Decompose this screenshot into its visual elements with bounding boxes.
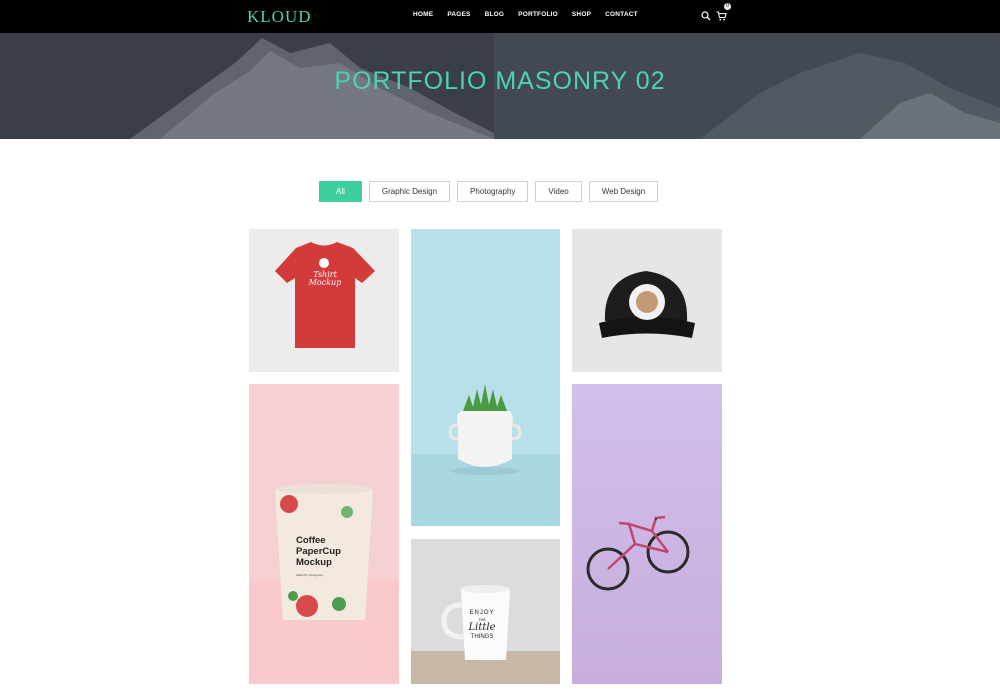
cup-line3: Mockup xyxy=(296,557,332,568)
filter-photography[interactable]: Photography xyxy=(457,181,529,202)
filter-video[interactable]: Video xyxy=(535,181,582,202)
cup-line1: Coffee xyxy=(296,535,326,546)
nav-portfolio[interactable]: PORTFOLIO xyxy=(518,11,558,18)
mug-line4: THINGS xyxy=(470,634,494,640)
cup-credit: Made By Designsary xyxy=(296,573,324,577)
page-title: PORTFOLIO MASONRY 02 xyxy=(334,67,666,95)
cart-count-badge: 0 xyxy=(724,3,731,10)
tshirt-image xyxy=(275,242,375,348)
filter-graphic-design[interactable]: Graphic Design xyxy=(368,181,451,202)
portfolio-item-coffee-cup[interactable]: Coffee PaperCup Mockup Made By Designsar… xyxy=(249,384,399,684)
search-icon[interactable] xyxy=(701,8,711,26)
coffee-cup-image xyxy=(249,484,399,684)
portfolio-item-mug[interactable]: ENJOY THE Little THINGS xyxy=(411,539,560,684)
cart-icon[interactable] xyxy=(716,8,727,26)
cap-image xyxy=(599,271,695,338)
filter-web-design[interactable]: Web Design xyxy=(588,181,659,202)
portfolio-filters: All Graphic Design Photography Video Web… xyxy=(319,181,659,202)
portfolio-item-cap[interactable] xyxy=(572,229,722,372)
nav-pages[interactable]: PAGES xyxy=(447,11,470,18)
filter-all[interactable]: All xyxy=(319,181,362,202)
portfolio-item-bicycle[interactable] xyxy=(572,384,722,684)
top-navbar: KLOUD HOME PAGES BLOG PORTFOLIO SHOP CON… xyxy=(0,0,1000,33)
tshirt-print: Tshirt Mockup xyxy=(305,271,345,287)
plant-pot-image xyxy=(411,384,560,526)
tshirt-line2: Mockup xyxy=(308,278,342,287)
bicycle-image xyxy=(586,515,690,591)
portfolio-item-tshirt[interactable]: Tshirt Mockup xyxy=(249,229,399,372)
nav-contact[interactable]: CONTACT xyxy=(605,11,638,18)
nav-blog[interactable]: BLOG xyxy=(485,11,505,18)
cup-label: Coffee PaperCup Mockup xyxy=(296,535,341,568)
cup-line2: PaperCup xyxy=(296,546,341,557)
portfolio-item-plant[interactable] xyxy=(411,229,560,526)
page-hero-banner: PORTFOLIO MASONRY 02 xyxy=(0,33,1000,139)
mug-line1: ENJOY xyxy=(469,610,495,616)
mug-line3: Little xyxy=(468,622,496,633)
main-nav: HOME PAGES BLOG PORTFOLIO SHOP CONTACT xyxy=(413,11,638,18)
nav-shop[interactable]: SHOP xyxy=(572,11,591,18)
nav-home[interactable]: HOME xyxy=(413,11,433,18)
site-logo[interactable]: KLOUD xyxy=(247,7,312,27)
